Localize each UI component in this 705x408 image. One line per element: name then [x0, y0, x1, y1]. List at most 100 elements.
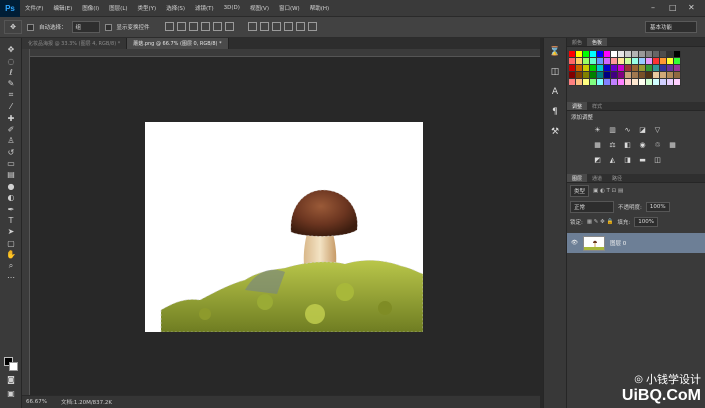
distribute-vcenter-icon[interactable] — [259, 21, 269, 31]
threshold-icon[interactable]: ◨ — [623, 156, 632, 165]
curves-icon[interactable]: ∿ — [623, 126, 632, 135]
color-swatch[interactable] — [569, 72, 576, 79]
lasso-tool-icon[interactable]: ℓ — [0, 67, 22, 78]
align-right-icon[interactable] — [224, 21, 234, 31]
color-swatch[interactable] — [597, 58, 604, 65]
color-swatch[interactable] — [674, 51, 681, 58]
menu-file[interactable]: 文件(F) — [20, 4, 48, 12]
hue-saturation-icon[interactable]: ▦ — [593, 141, 602, 150]
background-color-swatch[interactable] — [9, 362, 18, 371]
color-swatch[interactable] — [590, 58, 597, 65]
color-swatch[interactable] — [632, 58, 639, 65]
move-tool-preset-icon[interactable]: ✥ — [4, 20, 22, 34]
tab-styles[interactable]: 样式 — [587, 102, 607, 110]
color-swatch[interactable] — [646, 72, 653, 79]
color-swatch[interactable] — [660, 51, 667, 58]
color-swatch[interactable] — [604, 65, 611, 72]
tab-paths[interactable]: 路径 — [607, 174, 627, 182]
minimize-button[interactable]: – — [651, 3, 655, 12]
color-swatch[interactable] — [632, 51, 639, 58]
color-swatch[interactable] — [597, 79, 604, 86]
gradient-tool-icon[interactable]: ▤ — [0, 169, 22, 180]
channel-mixer-icon[interactable]: ♲ — [653, 141, 662, 150]
color-swatch[interactable] — [639, 58, 646, 65]
blend-mode-dropdown[interactable]: 正常 — [570, 201, 614, 213]
more-tools-icon[interactable]: ⋯ — [0, 272, 22, 283]
eye-icon[interactable]: 👁 — [571, 240, 578, 246]
brightness-icon[interactable]: ☀ — [593, 126, 602, 135]
color-swatch[interactable] — [653, 58, 660, 65]
align-vcenter-icon[interactable] — [176, 21, 186, 31]
menu-filter[interactable]: 滤镜(T) — [190, 4, 219, 12]
color-swatch[interactable] — [604, 58, 611, 65]
selective-color-icon[interactable]: ◫ — [653, 156, 662, 165]
tab-color[interactable]: 颜色 — [567, 38, 587, 46]
color-swatch[interactable] — [590, 51, 597, 58]
color-swatch[interactable] — [646, 51, 653, 58]
menu-help[interactable]: 帮助(H) — [305, 4, 334, 12]
maximize-button[interactable]: □ — [669, 3, 677, 12]
levels-icon[interactable]: ▥ — [608, 126, 617, 135]
color-swatch[interactable] — [618, 65, 625, 72]
align-hcenter-icon[interactable] — [212, 21, 222, 31]
show-transform-checkbox[interactable] — [104, 23, 112, 31]
menu-layer[interactable]: 图层(L) — [104, 4, 132, 12]
menu-3d[interactable]: 3D(D) — [219, 5, 245, 11]
shape-tool-icon[interactable]: ▢ — [0, 238, 22, 249]
path-select-tool-icon[interactable]: ➤ — [0, 226, 22, 237]
color-swatch[interactable] — [667, 72, 674, 79]
color-swatch[interactable] — [576, 65, 583, 72]
distribute-hcenter-icon[interactable] — [295, 21, 305, 31]
color-swatch[interactable] — [618, 58, 625, 65]
color-swatch[interactable] — [590, 72, 597, 79]
align-top-icon[interactable] — [164, 21, 174, 31]
color-swatch[interactable] — [590, 65, 597, 72]
quick-mask-icon[interactable]: ◙ — [0, 374, 22, 385]
screen-mode-icon[interactable]: ▣ — [0, 388, 22, 399]
document-canvas[interactable] — [145, 122, 423, 332]
color-swatch[interactable] — [674, 79, 681, 86]
color-swatch[interactable] — [674, 72, 681, 79]
color-swatch[interactable] — [583, 72, 590, 79]
color-swatch[interactable] — [653, 79, 660, 86]
color-swatch[interactable] — [653, 51, 660, 58]
color-swatch[interactable] — [604, 79, 611, 86]
move-tool-icon[interactable]: ✥ — [0, 44, 22, 55]
color-swatch[interactable] — [597, 51, 604, 58]
color-swatch[interactable] — [618, 51, 625, 58]
color-swatch[interactable] — [639, 51, 646, 58]
color-swatch[interactable] — [597, 72, 604, 79]
color-swatch[interactable] — [576, 51, 583, 58]
marquee-tool-icon[interactable]: ◌ — [0, 55, 22, 66]
vibrance-icon[interactable]: ▽ — [653, 126, 662, 135]
menu-edit[interactable]: 编辑(E) — [48, 4, 77, 12]
eyedropper-tool-icon[interactable]: ⁄ — [0, 101, 22, 112]
eraser-tool-icon[interactable]: ▭ — [0, 158, 22, 169]
color-swatch[interactable] — [632, 65, 639, 72]
hand-tool-icon[interactable]: ✋ — [0, 249, 22, 260]
tab-swatches[interactable]: 色板 — [587, 38, 608, 46]
color-swatch[interactable] — [569, 58, 576, 65]
tab-layers[interactable]: 图层 — [567, 174, 588, 182]
color-swatch[interactable] — [569, 51, 576, 58]
properties-panel-icon[interactable]: ◫ — [544, 62, 566, 82]
color-swatch[interactable] — [611, 58, 618, 65]
color-lookup-icon[interactable]: ▦ — [668, 141, 677, 150]
gradient-map-icon[interactable]: ▬ — [638, 156, 647, 165]
type-tool-icon[interactable]: T — [0, 215, 22, 226]
paragraph-panel-icon[interactable]: ¶ — [544, 102, 566, 122]
zoom-level[interactable]: 66.67% — [26, 399, 47, 405]
menu-type[interactable]: 类型(Y) — [133, 4, 162, 12]
color-swatch[interactable] — [625, 65, 632, 72]
color-swatch[interactable] — [646, 79, 653, 86]
color-swatch[interactable] — [660, 65, 667, 72]
dodge-tool-icon[interactable]: ◐ — [0, 192, 22, 203]
color-swatch[interactable] — [583, 65, 590, 72]
color-swatch[interactable] — [632, 79, 639, 86]
filter-icons[interactable]: ▣ ◐ T ⊡ ▤ — [593, 188, 623, 194]
color-swatch[interactable] — [653, 65, 660, 72]
posterize-icon[interactable]: ◭ — [608, 156, 617, 165]
color-swatch[interactable] — [590, 79, 597, 86]
auto-select-checkbox[interactable] — [27, 23, 34, 31]
color-swatch[interactable] — [646, 58, 653, 65]
